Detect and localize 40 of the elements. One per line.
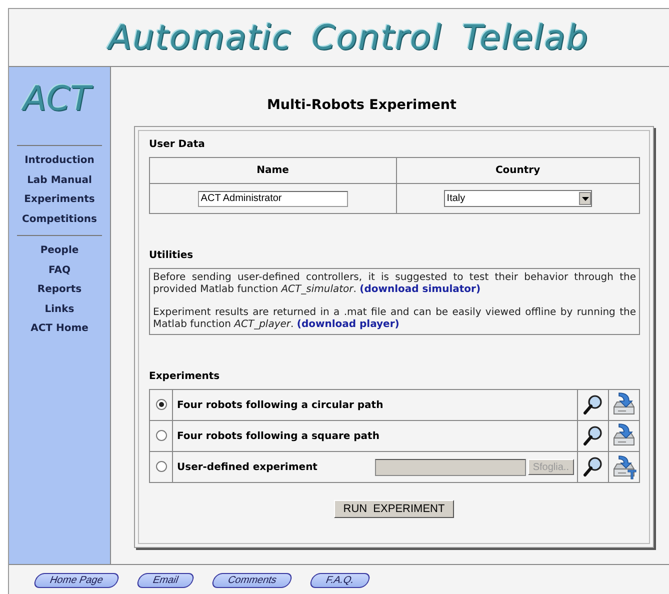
country-dropdown[interactable]: Italy [444, 190, 592, 207]
radio-button[interactable] [156, 430, 166, 442]
footer-button[interactable]: Home Page [32, 573, 121, 588]
nav-link[interactable]: Introduction [24, 151, 94, 170]
column-header: Name [150, 158, 396, 184]
experiment-label: Four robots following a square path [177, 430, 380, 442]
footer-button[interactable]: Comments [210, 573, 294, 588]
radio-button[interactable] [156, 461, 166, 472]
info-paragraph: Before sending user-defined controllers, it is suggested to test their behavior through the provided Matlab function ACT_simulator. (download simulator) [153, 272, 636, 296]
caret-icon [582, 196, 590, 200]
upload-drive-icon[interactable] [611, 454, 637, 480]
download-link[interactable]: (download player) [296, 319, 400, 330]
nav-link[interactable]: ACT Home [30, 319, 88, 338]
search-icon[interactable] [583, 394, 603, 416]
nav-link[interactable]: Competitions [22, 210, 97, 229]
nav-link[interactable]: Reports [37, 280, 82, 300]
section-heading: Utilities [149, 250, 194, 261]
nav-link[interactable]: People [40, 241, 79, 260]
experiment-label: Four robots following a circular path [177, 400, 384, 410]
name-field[interactable]: ACT Administrator [198, 190, 348, 206]
column-header: Country [396, 158, 640, 184]
experiment-label: User-defined experiment [177, 462, 318, 472]
search-icon[interactable] [583, 456, 603, 478]
section-heading: User Data [149, 139, 205, 150]
logo: ACT [23, 79, 91, 119]
page-title: Multi-Robots Experiment [267, 97, 456, 113]
footer-button[interactable]: Email [135, 573, 196, 588]
section-heading: Experiments [149, 371, 220, 382]
run-button[interactable]: RUN EXPERIMENT [334, 500, 454, 518]
download-link[interactable]: (download simulator) [360, 284, 481, 295]
radio-button[interactable] [156, 399, 166, 410]
footer-button[interactable]: F.A.Q. [308, 573, 372, 588]
nav-link[interactable]: Lab Manual [27, 170, 92, 190]
info-paragraph: Experiment results are returned in a .mat file and can be easily viewed offline by running the Matlab function ACT_player. (download player) [153, 307, 636, 331]
nav-link[interactable]: FAQ [48, 260, 70, 280]
file-field[interactable] [374, 458, 526, 476]
site-title: Automatic Control Telelab [108, 18, 589, 58]
nav-link[interactable]: Experiments [24, 190, 95, 210]
search-icon[interactable] [583, 425, 603, 447]
nav-link[interactable]: Links [44, 300, 74, 319]
